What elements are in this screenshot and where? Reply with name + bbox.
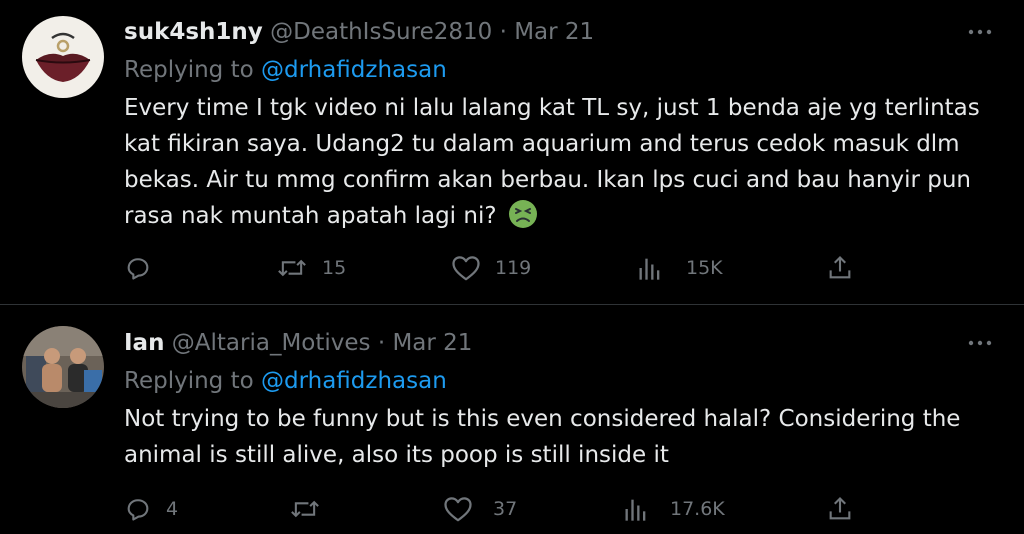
mention-link[interactable]: @drhafidzhasan bbox=[261, 57, 447, 83]
avatar[interactable] bbox=[22, 16, 104, 98]
reply-icon bbox=[124, 254, 152, 282]
more-options-icon[interactable] bbox=[966, 20, 994, 44]
reply-icon bbox=[124, 495, 152, 523]
tweet-text: Every time I tgk video ni lalu lalang ka… bbox=[124, 95, 980, 229]
share-icon bbox=[826, 495, 854, 523]
tweet[interactable]: Ian @Altaria_Motives · Mar 21 Replying t… bbox=[0, 305, 1024, 534]
share-button[interactable] bbox=[826, 494, 854, 524]
display-name[interactable]: suk4sh1ny bbox=[124, 19, 263, 45]
handle[interactable]: @Altaria_Motives bbox=[172, 330, 371, 356]
tweet-text: Not trying to be funny but is this even … bbox=[124, 406, 961, 468]
retweet-icon bbox=[276, 254, 308, 282]
display-name[interactable]: Ian bbox=[124, 330, 164, 356]
views-icon bbox=[636, 254, 664, 282]
like-count: 37 bbox=[493, 498, 518, 520]
like-button[interactable]: 37 bbox=[443, 494, 517, 524]
heart-icon bbox=[443, 495, 473, 523]
retweet-button[interactable] bbox=[289, 494, 335, 524]
views-icon bbox=[622, 495, 650, 523]
reply-button[interactable] bbox=[124, 253, 166, 283]
heart-icon bbox=[451, 254, 481, 282]
tweet-date[interactable]: Mar 21 bbox=[514, 19, 594, 45]
retweet-count: 15 bbox=[322, 257, 347, 279]
tweet-date[interactable]: Mar 21 bbox=[392, 330, 472, 356]
tweet[interactable]: suk4sh1ny @DeathIsSure2810 · Mar 21 Repl… bbox=[0, 0, 1024, 305]
share-button[interactable] bbox=[826, 253, 854, 283]
views-button[interactable]: 15K bbox=[636, 253, 723, 283]
reply-count: 4 bbox=[166, 498, 179, 520]
more-options-icon[interactable] bbox=[966, 331, 994, 355]
handle[interactable]: @DeathIsSure2810 bbox=[270, 19, 492, 45]
avatar[interactable] bbox=[22, 326, 104, 408]
retweet-button[interactable]: 15 bbox=[276, 253, 346, 283]
share-icon bbox=[826, 254, 854, 282]
reply-button[interactable]: 4 bbox=[124, 494, 178, 524]
mention-link[interactable]: @drhafidzhasan bbox=[261, 368, 447, 394]
tweet-body: Every time I tgk video ni lalu lalang ka… bbox=[124, 90, 994, 234]
tweet-body: Not trying to be funny but is this even … bbox=[124, 401, 994, 473]
nauseated-face-icon bbox=[508, 199, 538, 229]
replying-to-label: Replying to bbox=[124, 368, 254, 394]
retweet-icon bbox=[289, 495, 321, 523]
like-count: 119 bbox=[495, 257, 532, 279]
replying-to-label: Replying to bbox=[124, 57, 254, 83]
views-count: 17.6K bbox=[670, 498, 725, 520]
separator-dot: · bbox=[377, 330, 386, 356]
like-button[interactable]: 119 bbox=[451, 253, 531, 283]
separator-dot: · bbox=[499, 19, 507, 45]
views-button[interactable]: 17.6K bbox=[622, 494, 725, 524]
views-count: 15K bbox=[686, 257, 723, 279]
